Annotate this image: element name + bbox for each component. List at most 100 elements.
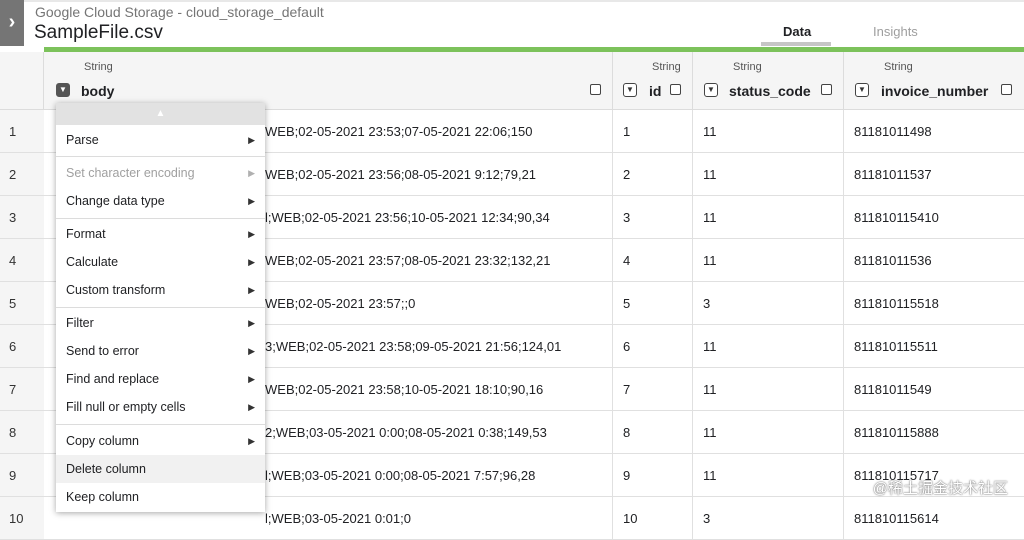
menu-item-keep-column[interactable]: Keep column bbox=[56, 483, 265, 511]
menu-item-label: Fill null or empty cells bbox=[66, 400, 186, 414]
column-header-status-code[interactable]: String ▼ status_code bbox=[693, 52, 844, 110]
submenu-arrow-icon: ▶ bbox=[248, 168, 255, 178]
column-name: invoice_number bbox=[881, 83, 989, 99]
table-cell-id[interactable]: 4 bbox=[613, 239, 693, 282]
table-cell-invoice-number[interactable]: 811810115518 bbox=[844, 282, 1024, 325]
table-cell-id[interactable]: 8 bbox=[613, 411, 693, 454]
table-cell-status-code[interactable]: 11 bbox=[693, 368, 844, 411]
submenu-arrow-icon: ▶ bbox=[248, 374, 255, 384]
row-number: 2 bbox=[0, 153, 44, 196]
column-context-menu: ▲ Parse ▶ Set character encoding ▶ Change da… bbox=[56, 103, 265, 512]
column-header-invoice-number[interactable]: String ▼ invoice_number bbox=[844, 52, 1024, 110]
menu-item-send-to-error[interactable]: Send to error ▶ bbox=[56, 337, 265, 365]
column-name: id bbox=[649, 83, 662, 99]
menu-item-parse[interactable]: Parse ▶ bbox=[56, 126, 265, 154]
menu-item-delete-column[interactable]: Delete column bbox=[56, 455, 265, 483]
menu-scroll-up-button[interactable]: ▲ bbox=[56, 103, 265, 125]
column-select-checkbox[interactable] bbox=[670, 84, 681, 95]
table-cell-id[interactable]: 7 bbox=[613, 368, 693, 411]
menu-item-label: Parse bbox=[66, 133, 99, 147]
menu-item-label: Send to error bbox=[66, 344, 139, 358]
table-cell-invoice-number[interactable]: 811810115511 bbox=[844, 325, 1024, 368]
table-cell-id[interactable]: 10 bbox=[613, 497, 693, 540]
menu-item-fill-null-or-empty-cells[interactable]: Fill null or empty cells ▶ bbox=[56, 393, 265, 421]
table-cell-status-code[interactable]: 11 bbox=[693, 454, 844, 497]
column-header-body[interactable]: String ▼ body bbox=[44, 52, 613, 110]
row-number: 3 bbox=[0, 196, 44, 239]
column-select-checkbox[interactable] bbox=[1001, 84, 1012, 95]
tab-insights[interactable]: Insights bbox=[873, 24, 918, 39]
submenu-arrow-icon: ▶ bbox=[248, 402, 255, 412]
row-number: 5 bbox=[0, 282, 44, 325]
row-number-header bbox=[0, 52, 44, 110]
submenu-arrow-icon: ▶ bbox=[248, 135, 255, 145]
table-cell-id[interactable]: 1 bbox=[613, 110, 693, 153]
menu-separator bbox=[56, 424, 265, 425]
table-cell-invoice-number[interactable]: 811810115410 bbox=[844, 196, 1024, 239]
menu-item-copy-column[interactable]: Copy column ▶ bbox=[56, 427, 265, 455]
column-menu-icon[interactable]: ▼ bbox=[623, 83, 637, 97]
data-source-label: Google Cloud Storage - cloud_storage_def… bbox=[35, 4, 324, 20]
menu-item-filter[interactable]: Filter ▶ bbox=[56, 309, 265, 337]
row-number: 9 bbox=[0, 454, 44, 497]
row-number: 7 bbox=[0, 368, 44, 411]
menu-item-custom-transform[interactable]: Custom transform ▶ bbox=[56, 276, 265, 304]
table-cell-id[interactable]: 9 bbox=[613, 454, 693, 497]
table-cell-invoice-number[interactable]: 811810115614 bbox=[844, 497, 1024, 540]
menu-item-label: Change data type bbox=[66, 194, 165, 208]
column-name: body bbox=[81, 83, 115, 99]
tab-data[interactable]: Data bbox=[783, 24, 811, 39]
column-menu-icon[interactable]: ▼ bbox=[56, 83, 70, 97]
menu-item-label: Filter bbox=[66, 316, 94, 330]
column-type-label: String bbox=[652, 61, 681, 73]
column-select-checkbox[interactable] bbox=[821, 84, 832, 95]
column-header-id[interactable]: String ▼ id bbox=[613, 52, 693, 110]
submenu-arrow-icon: ▶ bbox=[248, 318, 255, 328]
active-tab-indicator bbox=[761, 42, 831, 46]
table-cell-status-code[interactable]: 11 bbox=[693, 196, 844, 239]
submenu-arrow-icon: ▶ bbox=[248, 285, 255, 295]
row-number: 6 bbox=[0, 325, 44, 368]
table-cell-id[interactable]: 3 bbox=[613, 196, 693, 239]
table-cell-status-code[interactable]: 3 bbox=[693, 282, 844, 325]
submenu-arrow-icon: ▶ bbox=[248, 196, 255, 206]
table-cell-invoice-number[interactable]: 81181011537 bbox=[844, 153, 1024, 196]
table-cell-status-code[interactable]: 11 bbox=[693, 325, 844, 368]
column-select-checkbox[interactable] bbox=[590, 84, 601, 95]
column-name: status_code bbox=[729, 83, 811, 99]
page-title: SampleFile.csv bbox=[34, 22, 163, 43]
menu-item-calculate[interactable]: Calculate ▶ bbox=[56, 248, 265, 276]
table-cell-status-code[interactable]: 3 bbox=[693, 497, 844, 540]
table-cell-invoice-number[interactable]: 81181011498 bbox=[844, 110, 1024, 153]
top-border bbox=[0, 0, 1024, 2]
row-number: 4 bbox=[0, 239, 44, 282]
menu-item-find-and-replace[interactable]: Find and replace ▶ bbox=[56, 365, 265, 393]
column-menu-icon[interactable]: ▼ bbox=[855, 83, 869, 97]
menu-separator bbox=[56, 156, 265, 157]
submenu-arrow-icon: ▶ bbox=[248, 229, 255, 239]
column-menu-icon[interactable]: ▼ bbox=[704, 83, 718, 97]
watermark: @稀土掘金技术社区 bbox=[872, 480, 1008, 497]
menu-item-format[interactable]: Format ▶ bbox=[56, 220, 265, 248]
table-cell-invoice-number[interactable]: 811810115888 bbox=[844, 411, 1024, 454]
menu-separator bbox=[56, 307, 265, 308]
table-cell-status-code[interactable]: 11 bbox=[693, 411, 844, 454]
table-cell-status-code[interactable]: 11 bbox=[693, 239, 844, 282]
menu-item-label: Format bbox=[66, 227, 106, 241]
chevron-up-icon: ▲ bbox=[155, 108, 166, 119]
table-cell-id[interactable]: 2 bbox=[613, 153, 693, 196]
table-cell-id[interactable]: 6 bbox=[613, 325, 693, 368]
column-type-label: String bbox=[84, 61, 113, 73]
table-cell-status-code[interactable]: 11 bbox=[693, 153, 844, 196]
sidebar-toggle-button[interactable]: › bbox=[0, 0, 24, 46]
menu-item-label: Calculate bbox=[66, 255, 119, 269]
table-cell-id[interactable]: 5 bbox=[613, 282, 693, 325]
row-number: 10 bbox=[0, 497, 44, 540]
table-cell-invoice-number[interactable]: 81181011549 bbox=[844, 368, 1024, 411]
table-cell-status-code[interactable]: 11 bbox=[693, 110, 844, 153]
submenu-arrow-icon: ▶ bbox=[248, 257, 255, 267]
column-type-label: String bbox=[733, 61, 762, 73]
menu-item-change-data-type[interactable]: Change data type ▶ bbox=[56, 187, 265, 215]
table-cell-invoice-number[interactable]: 81181011536 bbox=[844, 239, 1024, 282]
menu-separator bbox=[56, 218, 265, 219]
